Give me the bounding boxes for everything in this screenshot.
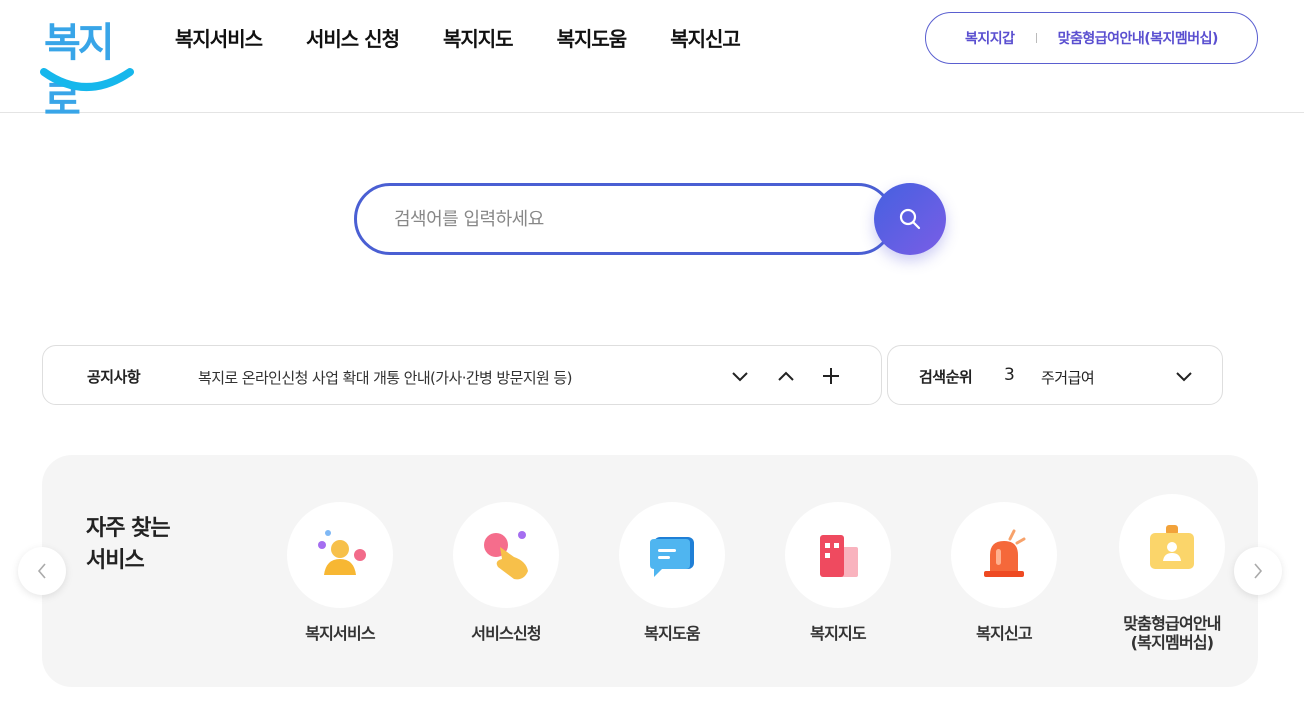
building-icon	[820, 535, 858, 577]
quick-item-welfare-report[interactable]: 복지신고	[939, 502, 1069, 643]
search-box	[354, 183, 894, 255]
ranking-number: 3	[1004, 365, 1015, 385]
quick-item-label-line2: (복지멤버십)	[1130, 633, 1214, 652]
main-nav: 복지서비스 서비스 신청 복지지도 복지도움 복지신고	[175, 24, 784, 54]
quick-title-line2: 서비스	[86, 548, 145, 573]
chevron-right-icon	[1254, 563, 1263, 579]
membership-link[interactable]: 맞춤형급여안내(복지멤버십)	[1058, 28, 1219, 48]
notice-more-button[interactable]	[817, 362, 845, 390]
search-button[interactable]	[874, 183, 946, 255]
util-links: 복지지갑 맞춤형급여안내(복지멤버십)	[925, 12, 1258, 64]
search-ranking: 검색순위 3 주거급여	[887, 345, 1223, 405]
util-divider	[1035, 33, 1037, 43]
quick-item-label: 복지도움	[644, 624, 700, 643]
quick-item-circle	[785, 502, 891, 608]
person-icon	[318, 530, 366, 575]
notice-text[interactable]: 복지로 온라인신청 사업 확대 개통 안내(가사·간병 방문지원 등)	[198, 367, 572, 388]
chevron-down-icon	[1176, 372, 1192, 382]
notice-bar: 공지사항 복지로 온라인신청 사업 확대 개통 안내(가사·간병 방문지원 등)	[42, 345, 882, 405]
quick-title-line1: 자주 찾는	[86, 516, 171, 541]
notice-title: 공지사항	[87, 368, 141, 386]
logo-smile-icon	[40, 68, 134, 91]
quick-item-label: 복지서비스	[305, 624, 375, 643]
quick-item-label: 맞춤형급여안내 (복지멤버십)	[1107, 614, 1237, 652]
carousel-next-button[interactable]	[1234, 547, 1282, 595]
plus-icon	[823, 368, 839, 384]
chevron-left-icon	[37, 563, 46, 579]
quick-item-welfare-service[interactable]: 복지서비스	[275, 502, 405, 643]
quick-item-label: 서비스신청	[471, 624, 541, 643]
quick-item-label-line1: 맞춤형급여안내	[1123, 614, 1221, 633]
ranking-keyword[interactable]: 주거급여	[1041, 367, 1095, 388]
quick-services-title: 자주 찾는 서비스	[86, 513, 206, 577]
quick-item-welfare-map[interactable]: 복지지도	[773, 502, 903, 643]
quick-item-circle	[1119, 494, 1225, 600]
quick-item-circle	[951, 502, 1057, 608]
ranking-expand-button[interactable]	[1170, 362, 1198, 390]
quick-item-circle	[619, 502, 725, 608]
quick-item-circle	[453, 502, 559, 608]
search-input[interactable]	[394, 203, 834, 235]
search-icon	[899, 208, 921, 230]
nav-welfare-report[interactable]: 복지신고	[670, 24, 741, 54]
notice-prev-button[interactable]	[772, 362, 800, 390]
quick-item-label: 복지신고	[976, 624, 1032, 643]
chevron-down-icon	[732, 372, 748, 382]
quick-item-circle	[287, 502, 393, 608]
quick-item-label: 복지지도	[810, 624, 866, 643]
notice-next-button[interactable]	[726, 362, 754, 390]
nav-welfare-map[interactable]: 복지지도	[443, 24, 514, 54]
site-header: 복지로 복지서비스 서비스 신청 복지지도 복지도움 복지신고 복지지갑 맞춤형…	[0, 0, 1304, 124]
welfare-wallet-link[interactable]: 복지지갑	[965, 28, 1015, 48]
quick-item-membership[interactable]: 맞춤형급여안내 (복지멤버십)	[1107, 494, 1237, 652]
chevron-up-icon	[778, 371, 794, 381]
nav-welfare-service[interactable]: 복지서비스	[175, 24, 263, 54]
id-card-icon	[1150, 525, 1194, 569]
site-logo[interactable]: 복지로	[38, 10, 134, 124]
siren-icon	[984, 529, 1026, 577]
tap-hand-icon	[484, 531, 528, 580]
carousel-prev-button[interactable]	[18, 547, 66, 595]
quick-item-welfare-help[interactable]: 복지도움	[607, 502, 737, 643]
chat-bubble-icon	[650, 537, 694, 577]
quick-item-service-apply[interactable]: 서비스신청	[441, 502, 571, 643]
nav-welfare-help[interactable]: 복지도움	[557, 24, 628, 54]
nav-service-apply[interactable]: 서비스 신청	[306, 24, 400, 54]
ranking-title: 검색순위	[919, 368, 973, 386]
